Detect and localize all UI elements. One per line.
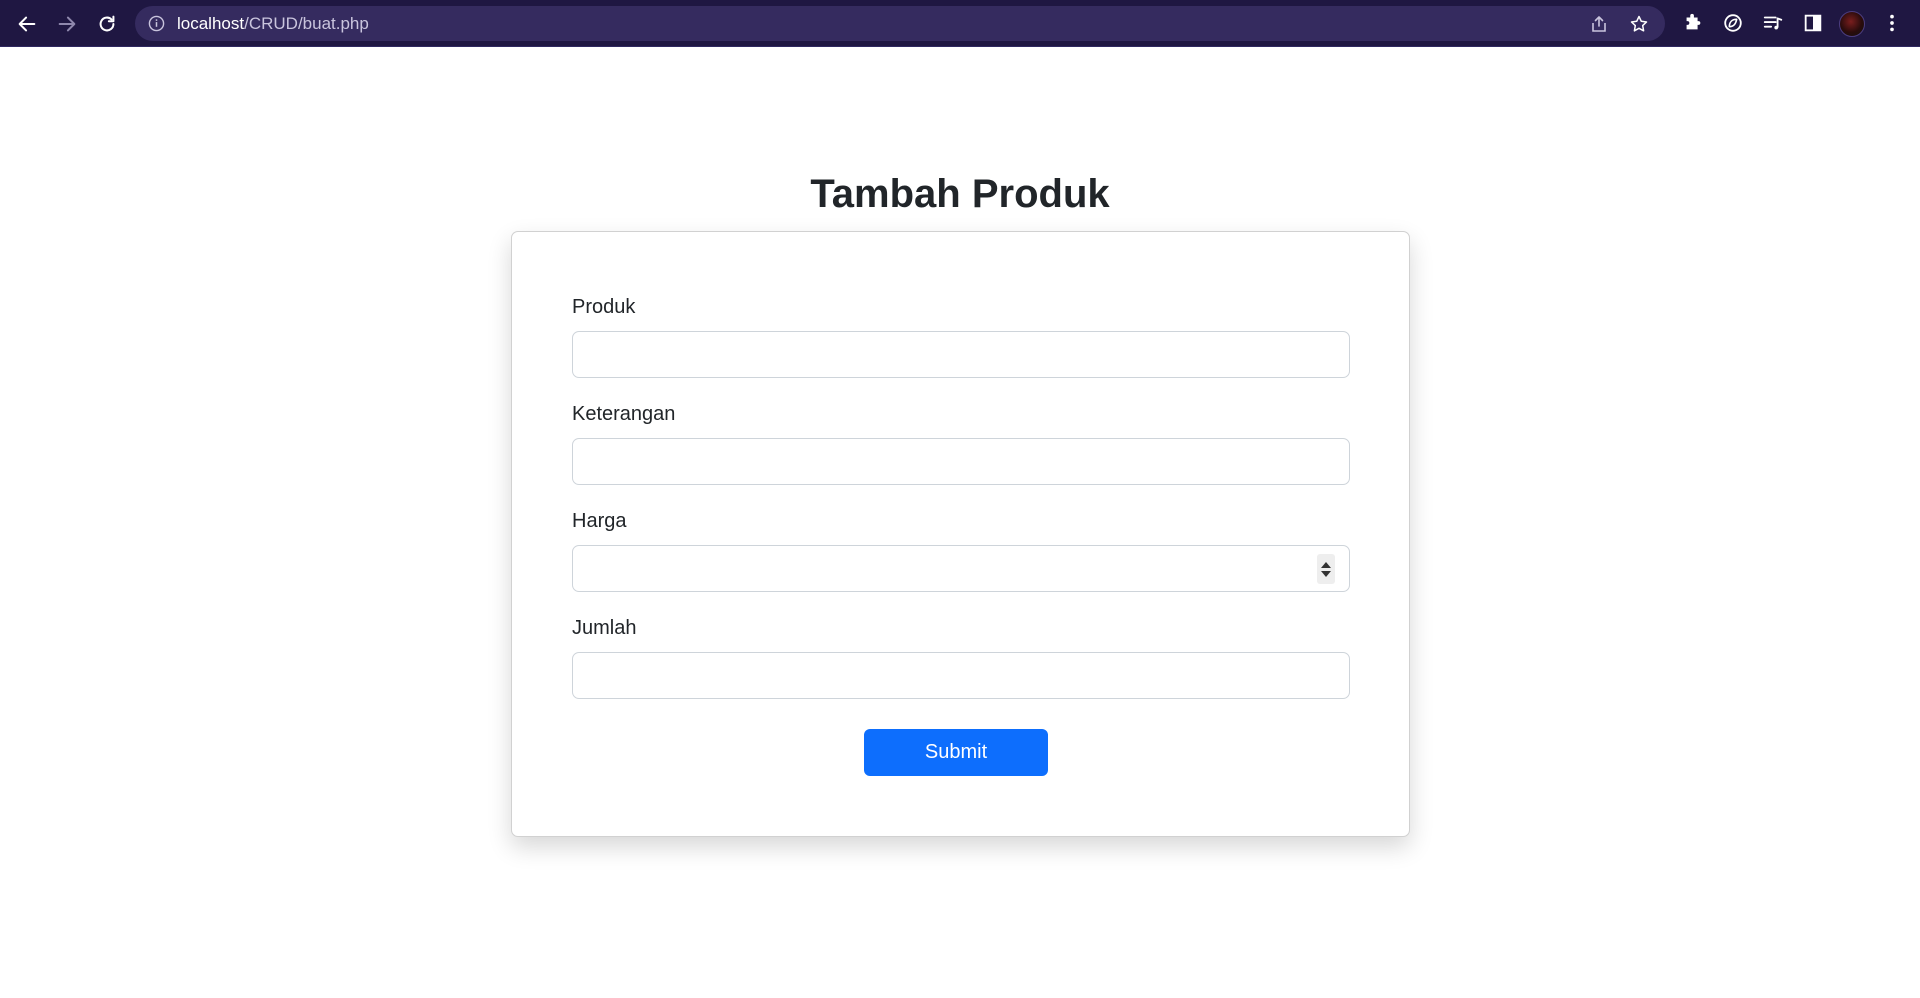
produk-input[interactable] — [572, 331, 1350, 378]
puzzle-icon[interactable] — [1681, 11, 1705, 35]
address-bar[interactable]: localhost/CRUD/buat.php — [135, 6, 1665, 41]
keterangan-input[interactable] — [572, 438, 1350, 485]
forward-button[interactable] — [50, 8, 84, 39]
arrow-left-icon — [18, 16, 36, 31]
produk-label: Produk — [572, 296, 636, 318]
info-icon[interactable] — [148, 15, 165, 32]
reload-button[interactable] — [90, 8, 124, 39]
share-icon[interactable] — [1589, 14, 1609, 34]
back-button[interactable] — [10, 8, 44, 39]
harga-label: Harga — [572, 510, 627, 532]
kebab-menu-icon[interactable] — [1880, 11, 1904, 35]
add-product-form: Produk Keterangan Harga Jumlah Submit — [511, 231, 1410, 837]
jumlah-input[interactable] — [572, 652, 1350, 699]
spinner-up-icon[interactable] — [1321, 561, 1331, 568]
star-icon[interactable] — [1629, 14, 1649, 34]
jumlah-label: Jumlah — [572, 617, 637, 639]
browser-toolbar: localhost/CRUD/buat.php — [0, 0, 1920, 47]
harga-input[interactable] — [572, 545, 1350, 592]
spinner-down-icon[interactable] — [1321, 570, 1331, 577]
media-list-icon[interactable] — [1761, 11, 1785, 35]
side-panel-icon[interactable] — [1801, 11, 1825, 35]
submit-button[interactable]: Submit — [864, 729, 1048, 776]
url-text[interactable]: localhost/CRUD/buat.php — [177, 6, 369, 41]
arrow-right-icon — [58, 16, 76, 31]
url-path: /CRUD/buat.php — [244, 14, 369, 33]
leaf-icon[interactable] — [1721, 11, 1745, 35]
page-title: Tambah Produk — [810, 172, 1110, 216]
reload-icon — [99, 15, 115, 31]
number-spinner[interactable] — [1317, 554, 1335, 584]
keterangan-label: Keterangan — [572, 403, 676, 425]
profile-avatar[interactable] — [1839, 11, 1865, 37]
url-host: localhost — [177, 14, 245, 33]
